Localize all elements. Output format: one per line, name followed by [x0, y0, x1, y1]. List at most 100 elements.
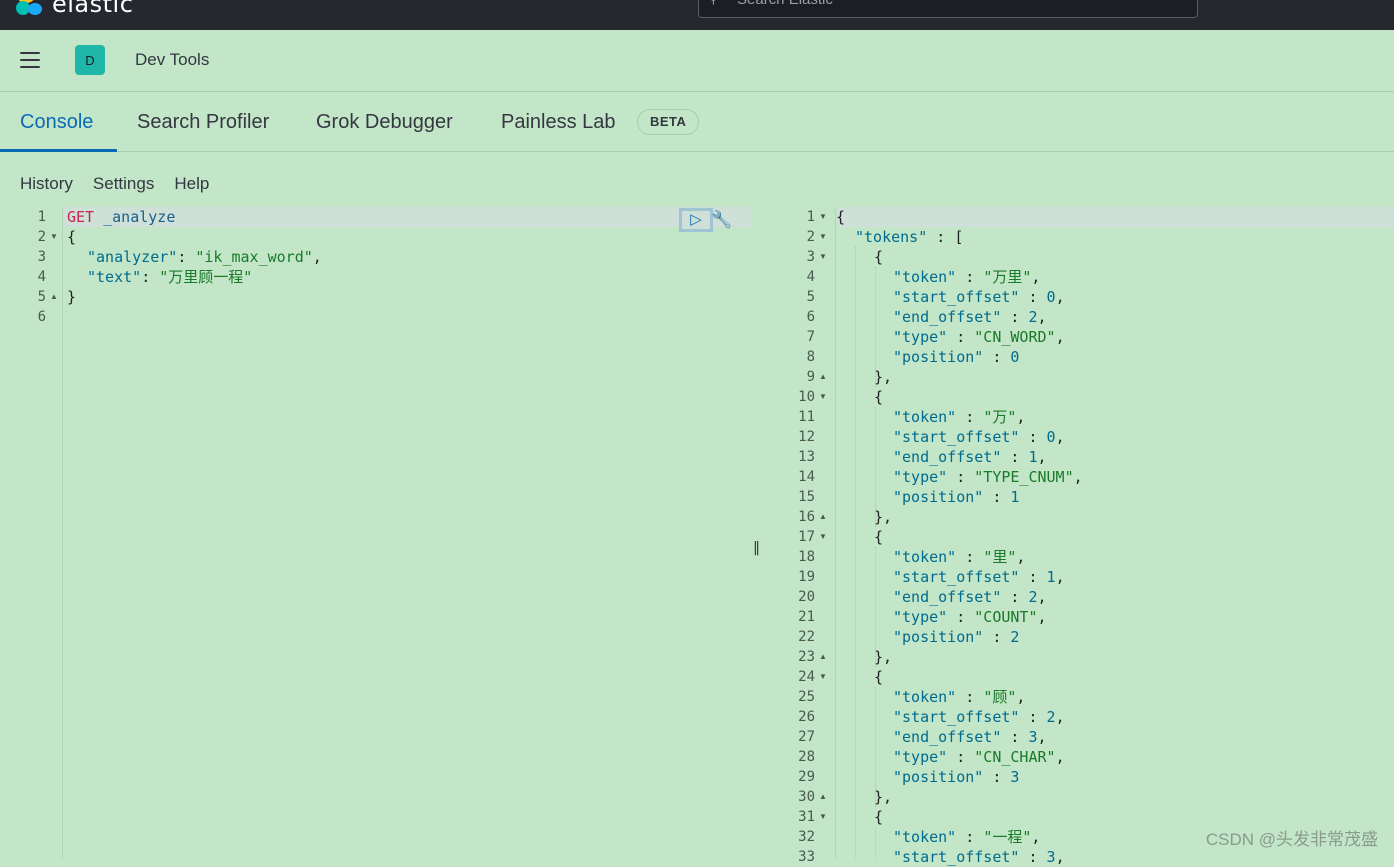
json-punctuation: ,	[1016, 688, 1025, 706]
pane-resizer[interactable]: ‖	[753, 540, 760, 556]
code-line: "analyzer": "ik_max_word",	[87, 247, 322, 267]
json-punctuation: ,	[1038, 728, 1047, 746]
json-token: "token"	[893, 828, 956, 846]
json-token: {	[874, 388, 883, 406]
json-token: },	[874, 368, 892, 386]
line-number: 13	[783, 447, 815, 467]
json-token: "end_offset"	[893, 308, 1001, 326]
json-token: "position"	[893, 628, 983, 646]
line-number: 11	[783, 407, 815, 427]
code-line: "token" : "万",	[893, 407, 1025, 427]
search-input[interactable]	[737, 0, 1177, 8]
json-punctuation: ,	[1074, 468, 1083, 486]
line-number: 12	[783, 427, 815, 447]
fold-arrow-icon[interactable]: ▼	[819, 387, 827, 407]
tab-search-profiler[interactable]: Search Profiler	[137, 92, 269, 152]
json-comma: ,	[313, 248, 322, 266]
line-number: 19	[783, 567, 815, 587]
fold-arrow-icon[interactable]: ▼	[819, 247, 827, 267]
json-token: 0	[1010, 348, 1019, 366]
code-line: {	[874, 387, 883, 407]
space-avatar[interactable]: D	[75, 45, 105, 75]
json-token: 3	[1047, 848, 1056, 866]
watermark-text: CSDN @头发非常茂盛	[1206, 825, 1378, 850]
json-token: },	[874, 508, 892, 526]
help-link[interactable]: Help	[174, 174, 209, 194]
json-token: "tokens"	[855, 228, 927, 246]
elastic-logo[interactable]: elastic	[16, 0, 133, 18]
fold-arrow-icon[interactable]: ▼	[819, 667, 827, 687]
json-token: "type"	[893, 608, 947, 626]
json-token: "type"	[893, 328, 947, 346]
json-value: "ik_max_word"	[195, 248, 312, 266]
json-token: "end_offset"	[893, 588, 1001, 606]
fold-arrow-icon[interactable]: ▲	[50, 287, 58, 307]
json-token: "position"	[893, 488, 983, 506]
tab-painless-lab[interactable]: Painless Lab	[501, 92, 616, 152]
json-token: 1	[1047, 568, 1056, 586]
code-line: "token" : "里",	[893, 547, 1025, 567]
fold-arrow-icon[interactable]: ▼	[819, 227, 827, 247]
fold-arrow-icon[interactable]: ▼	[50, 227, 58, 247]
json-punctuation: ,	[1056, 708, 1065, 726]
code-line: "token" : "一程",	[893, 827, 1040, 847]
json-punctuation: :	[956, 268, 983, 286]
json-colon: :	[177, 248, 195, 266]
json-token: "start_offset"	[893, 848, 1019, 866]
json-punctuation: :	[1019, 708, 1046, 726]
fold-arrow-icon[interactable]: ▼	[819, 207, 827, 227]
breadcrumb: Dev Tools	[135, 50, 209, 70]
global-search[interactable]: ⚲	[698, 0, 1198, 18]
line-number: 7	[783, 327, 815, 347]
json-punctuation: :	[1001, 728, 1028, 746]
tab-grok-debugger[interactable]: Grok Debugger	[316, 92, 453, 152]
fold-arrow-icon[interactable]: ▼	[819, 527, 827, 547]
fold-arrow-icon[interactable]: ▼	[819, 807, 827, 827]
fold-arrow-icon[interactable]: ▲	[819, 647, 827, 667]
send-request-button[interactable]: ▷	[679, 208, 713, 232]
line-number: 5	[24, 287, 46, 307]
line-number: 2	[783, 227, 815, 247]
line-number: 1	[783, 207, 815, 227]
beta-badge: BETA	[637, 109, 699, 135]
json-token: "CN_CHAR"	[974, 748, 1055, 766]
json-token: 3	[1010, 768, 1019, 786]
json-token: 1	[1010, 488, 1019, 506]
wrench-icon: 🔧	[711, 210, 732, 229]
request-options-button[interactable]: 🔧	[710, 208, 734, 232]
fold-arrow-icon[interactable]: ▲	[819, 787, 827, 807]
request-editor[interactable]: 1 2 3 4 5 6 ▼ ▲ GET _analyze { "analyzer…	[10, 207, 752, 858]
code-line: "type" : "CN_WORD",	[893, 327, 1065, 347]
code-line: "start_offset" : 1,	[893, 567, 1065, 587]
settings-link[interactable]: Settings	[93, 174, 154, 194]
tab-console[interactable]: Console	[20, 92, 93, 152]
code-line: {	[836, 207, 845, 227]
line-number: 20	[783, 587, 815, 607]
response-viewer[interactable]: 1▼{2▼"tokens" : [3▼{4"token" : "万里",5"st…	[769, 207, 1394, 858]
code-line: },	[874, 507, 892, 527]
menu-toggle-icon[interactable]	[20, 52, 40, 68]
code-line: "start_offset" : 3,	[893, 847, 1065, 867]
fold-arrow-icon[interactable]: ▲	[819, 367, 827, 387]
json-punctuation: ,	[1056, 848, 1065, 866]
history-link[interactable]: History	[20, 174, 73, 194]
json-punctuation: :	[1019, 428, 1046, 446]
code-line: {	[874, 527, 883, 547]
json-token: "COUNT"	[974, 608, 1037, 626]
line-number: 14	[783, 467, 815, 487]
fold-arrow-icon[interactable]: ▲	[819, 507, 827, 527]
json-token: "type"	[893, 468, 947, 486]
json-token: {	[874, 528, 883, 546]
json-punctuation: :	[956, 408, 983, 426]
code-line: "tokens" : [	[855, 227, 963, 247]
dev-tools-tabs: Console Search Profiler Grok Debugger Pa…	[0, 92, 1394, 152]
code-line: "position" : 0	[893, 347, 1019, 367]
json-punctuation: :	[983, 768, 1010, 786]
code-line: "end_offset" : 3,	[893, 727, 1047, 747]
json-token: "start_offset"	[893, 288, 1019, 306]
json-punctuation: :	[1001, 308, 1028, 326]
code-line: {	[67, 227, 76, 247]
json-token: "start_offset"	[893, 428, 1019, 446]
line-number: 10	[783, 387, 815, 407]
json-punctuation: :	[956, 828, 983, 846]
